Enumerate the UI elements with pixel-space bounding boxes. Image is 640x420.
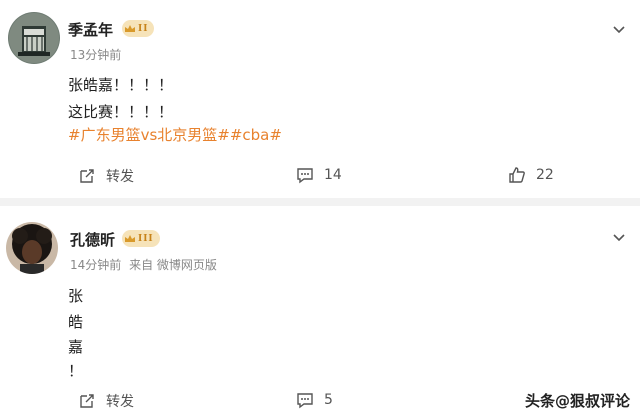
- post-text-line: 嘉: [68, 338, 84, 356]
- username[interactable]: 孔德昕: [70, 229, 115, 250]
- avatar[interactable]: [6, 222, 58, 274]
- repost-icon: [80, 394, 94, 408]
- comment-count: 5: [324, 392, 333, 408]
- badge-level: III: [138, 233, 154, 244]
- post-text-line: 皓: [68, 313, 84, 331]
- timestamp[interactable]: 14分钟前: [70, 258, 121, 272]
- repost-label: 转发: [106, 394, 134, 410]
- post-text-line: 张: [68, 287, 84, 305]
- watermark: 头条@狠叔评论: [524, 392, 630, 410]
- comment-button[interactable]: 5: [296, 391, 333, 409]
- post-text-line: ！: [68, 362, 84, 380]
- post-meta: 14分钟前 来自 微博网页版: [70, 256, 217, 273]
- crown-icon: [122, 230, 138, 247]
- chevron-down-icon[interactable]: [612, 228, 626, 242]
- post-source: 来自 微博网页版: [129, 258, 217, 272]
- vip-badge[interactable]: III: [122, 230, 160, 247]
- repost-button[interactable]: 转发: [78, 391, 134, 411]
- comment-icon: [297, 393, 313, 409]
- post-card-2: 孔德昕 III 14分钟前 来自 微博网页版 张 皓 嘉 ！ 转发 5: [0, 0, 640, 420]
